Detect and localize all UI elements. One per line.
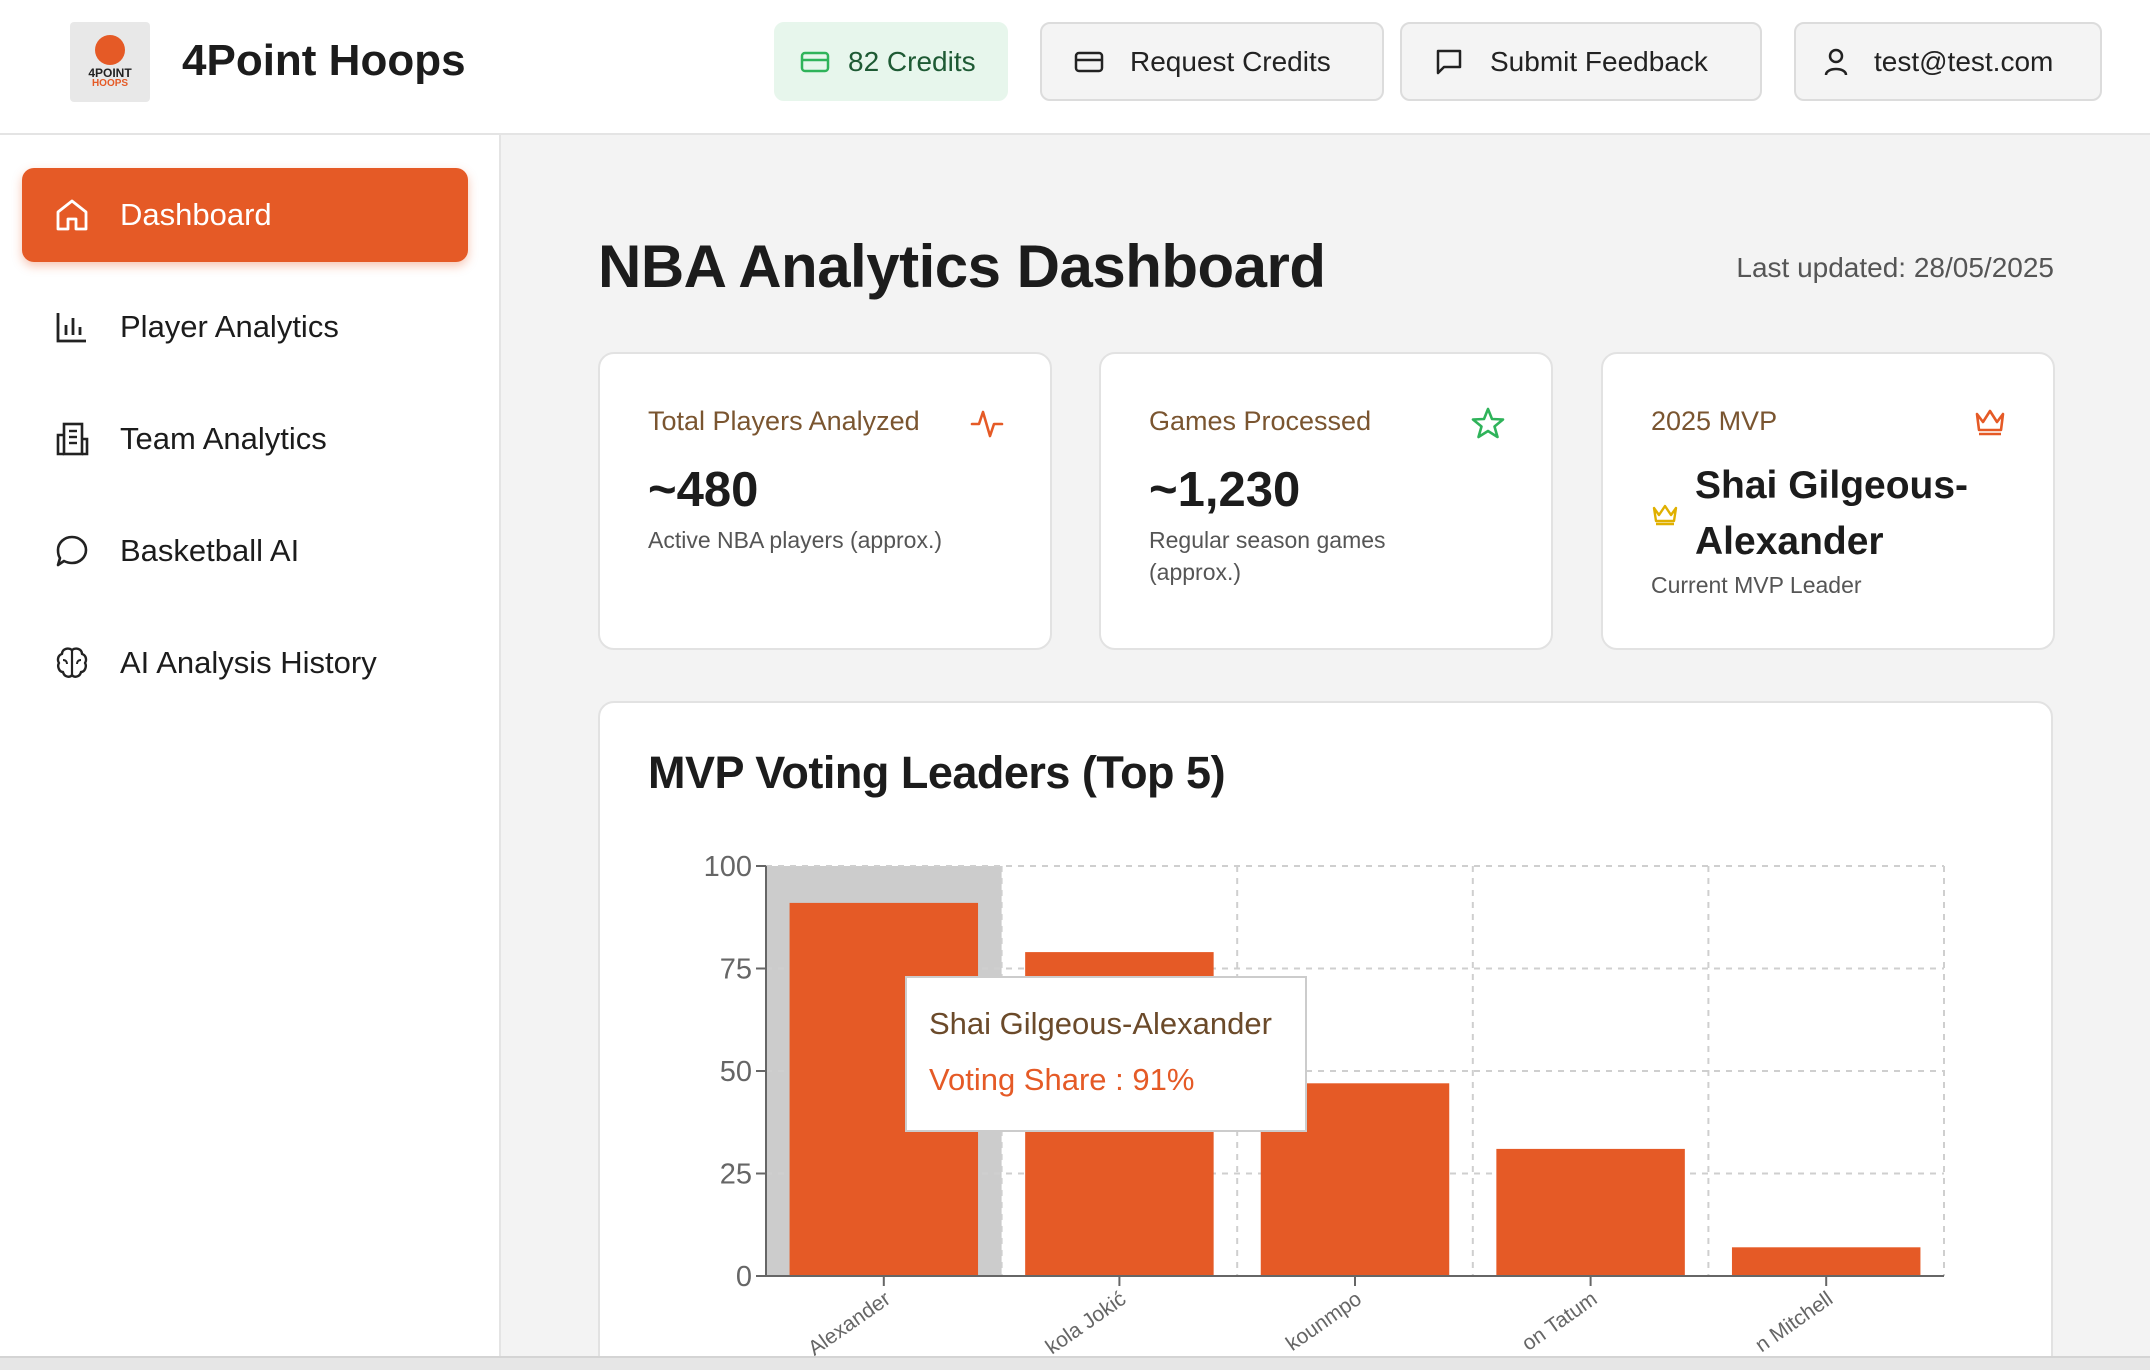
x-tick-label: on Tatum — [1518, 1287, 1602, 1355]
x-tick-label: n Mitchell — [1751, 1287, 1837, 1357]
chart-bar — [1731, 1247, 1921, 1276]
mvp-bar-chart: 0 25 50 75 100 Alexander kola Jokić kounmpo on T… — [704, 851, 1945, 1360]
tooltip-voting-share: Voting Share : 91% — [929, 1062, 1195, 1097]
y-tick-label: 0 — [736, 1261, 752, 1293]
window-bottom-edge — [0, 1356, 2150, 1370]
tooltip-player-name: Shai Gilgeous-Alexander — [929, 1006, 1272, 1041]
y-tick-label: 25 — [720, 1159, 752, 1191]
x-tick-label: kounmpo — [1282, 1287, 1366, 1355]
y-tick-label: 75 — [720, 954, 752, 986]
x-tick-label: Alexander — [804, 1287, 895, 1360]
chart-tooltip: Shai Gilgeous-Alexander Voting Share : 9… — [905, 976, 1307, 1132]
y-tick-label: 100 — [704, 851, 752, 883]
chart-bar — [1496, 1148, 1685, 1276]
y-tick-label: 50 — [720, 1056, 752, 1088]
x-tick-label: kola Jokić — [1042, 1287, 1131, 1359]
